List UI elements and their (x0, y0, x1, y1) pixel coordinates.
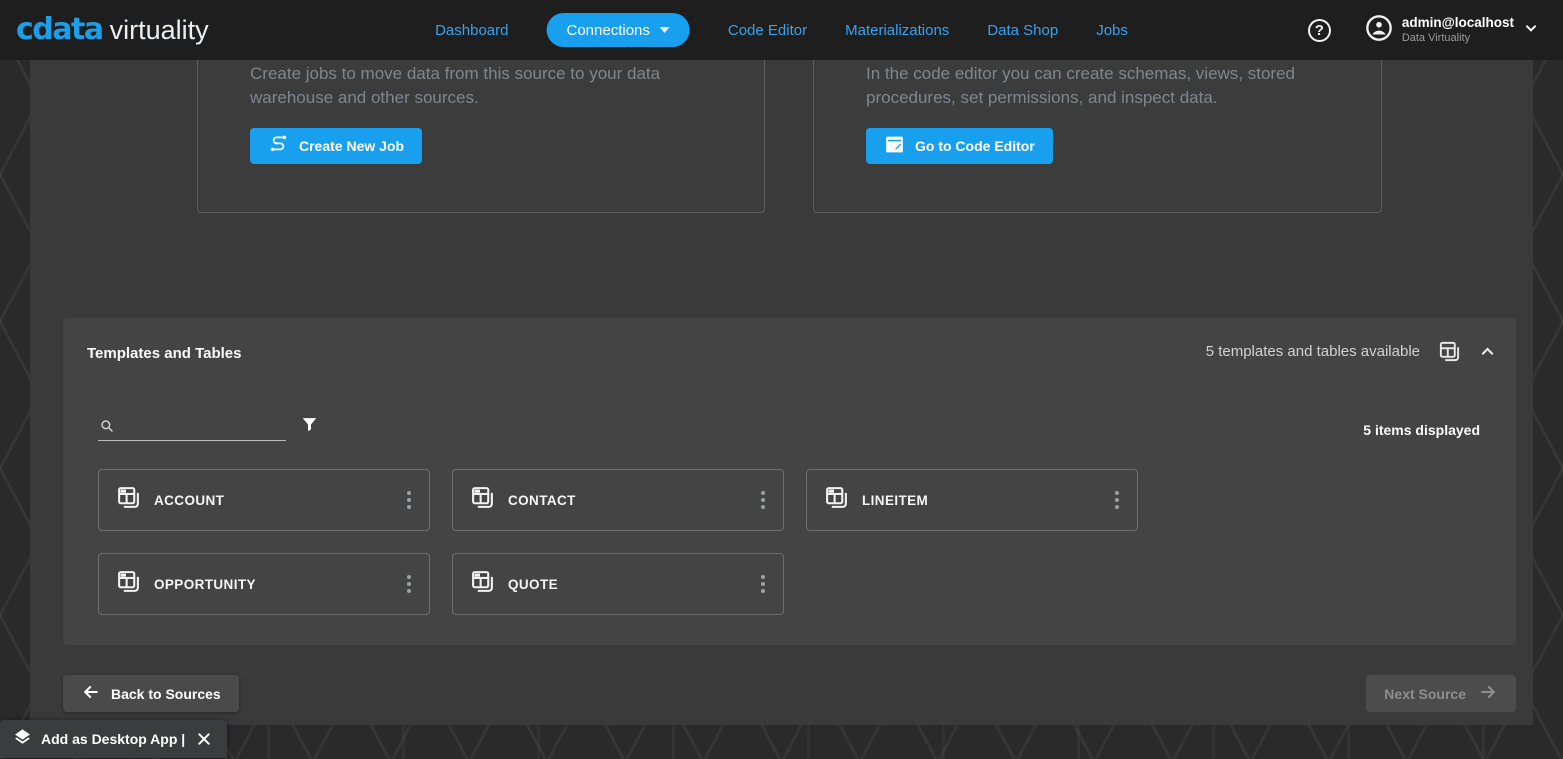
table-card-contact[interactable]: CONTACT (452, 469, 784, 531)
arrow-left-icon (81, 682, 101, 705)
kebab-menu-icon[interactable] (755, 485, 771, 515)
create-new-job-button[interactable]: Create New Job (250, 128, 423, 164)
table-icon (470, 569, 495, 599)
user-menu[interactable]: admin@localhost Data Virtuality (1365, 14, 1539, 47)
user-product: Data Virtuality (1401, 31, 1471, 44)
kebab-menu-icon[interactable] (1109, 485, 1125, 515)
nav-code-editor[interactable]: Code Editor (728, 22, 807, 39)
table-card-account[interactable]: ACCOUNT (98, 469, 430, 531)
logo-cdata: cdata (16, 12, 104, 47)
code-editor-card: In the code editor you can create schema… (813, 60, 1382, 213)
help-icon[interactable]: ? (1307, 18, 1331, 42)
search-input[interactable] (98, 411, 286, 441)
job-flow-icon (268, 134, 289, 158)
items-displayed-text: 5 items displayed (1363, 422, 1480, 438)
avatar-icon (1365, 14, 1393, 47)
logo-virtuality: virtuality (109, 14, 209, 45)
nav-dashboard[interactable]: Dashboard (435, 22, 508, 39)
top-nav-bar: cdata virtuality Dashboard Connections C… (0, 0, 1563, 60)
kebab-menu-icon[interactable] (755, 569, 771, 599)
user-email: admin@localhost (1401, 14, 1514, 30)
panel-title: Templates and Tables (87, 345, 242, 362)
kebab-menu-icon[interactable] (401, 569, 417, 599)
app-logo: cdata virtuality (16, 0, 209, 60)
table-card-lineitem[interactable]: LINEITEM (806, 469, 1138, 531)
table-view-icon[interactable] (1438, 340, 1461, 363)
create-jobs-card: Create jobs to move data from this sourc… (197, 60, 765, 213)
close-icon[interactable] (194, 729, 214, 749)
back-to-sources-button[interactable]: Back to Sources (63, 675, 239, 712)
table-icon (116, 569, 141, 599)
nav-jobs[interactable]: Jobs (1096, 22, 1128, 39)
table-card-opportunity[interactable]: OPPORTUNITY (98, 553, 430, 615)
code-editor-icon (884, 134, 905, 158)
main-nav: Dashboard Connections Code Editor Materi… (435, 0, 1128, 60)
nav-connections[interactable]: Connections (546, 13, 690, 47)
templates-tables-panel: Templates and Tables 5 templates and tab… (63, 318, 1516, 645)
layers-icon (13, 727, 32, 751)
main-content: Create jobs to move data from this sourc… (30, 60, 1533, 725)
banner-label: Add as Desktop App | (41, 731, 186, 747)
arrow-right-icon (1478, 682, 1498, 705)
code-editor-description: In the code editor you can create schema… (866, 64, 1296, 108)
chevron-down-icon (659, 27, 670, 33)
table-grid: ACCOUNT CONTACT LINEITEM OPPORTUNITY QUO… (98, 469, 1143, 615)
available-count-text: 5 templates and tables available (1205, 343, 1420, 360)
chevron-down-icon (1523, 20, 1539, 41)
table-icon (116, 485, 141, 515)
table-icon (824, 485, 849, 515)
collapse-panel-icon[interactable] (1479, 343, 1496, 360)
filter-icon[interactable] (300, 415, 319, 441)
next-source-button: Next Source (1366, 675, 1516, 712)
nav-materializations[interactable]: Materializations (845, 22, 949, 39)
kebab-menu-icon[interactable] (401, 485, 417, 515)
add-desktop-app-banner[interactable]: Add as Desktop App | (0, 720, 228, 758)
nav-data-shop[interactable]: Data Shop (987, 22, 1058, 39)
go-to-code-editor-button[interactable]: Go to Code Editor (866, 128, 1053, 164)
table-icon (470, 485, 495, 515)
create-jobs-description: Create jobs to move data from this sourc… (250, 64, 661, 108)
header-right: ? admin@localhost Data Virtuality (1307, 0, 1539, 60)
table-card-quote[interactable]: QUOTE (452, 553, 784, 615)
